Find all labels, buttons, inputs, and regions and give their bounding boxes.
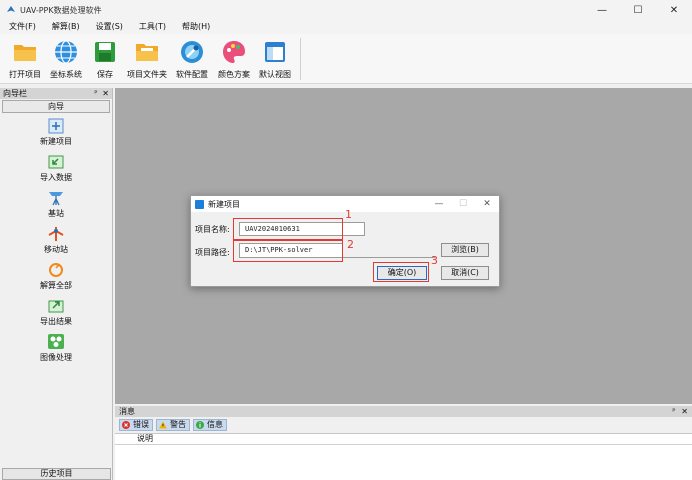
save-button[interactable]: 保存 — [88, 34, 122, 82]
dialog-minimize-button[interactable]: — — [427, 196, 451, 212]
project-folder-icon — [134, 39, 160, 65]
message-close-icon[interactable]: ✕ — [681, 407, 688, 416]
image-process-icon — [47, 333, 65, 350]
message-table: 说明 — [115, 433, 692, 480]
title-bar: UAV-PPK数据处理软件 — ☐ ✕ — [0, 0, 692, 20]
palette-icon — [221, 39, 247, 65]
wizard-panel: 向导栏 ᴾ ✕ 向导 新建项目 导入数据 基站 移动站 解算全部 导出结果 图像… — [0, 88, 113, 480]
nav-rover[interactable]: 移动站 — [0, 222, 112, 258]
tab-warnings[interactable]: 警告 — [156, 418, 190, 431]
annotation-number-2: 2 — [347, 238, 354, 251]
new-project-icon — [47, 117, 65, 134]
toolbar: 打开项目 坐标系统 保存 项目文件夹 软件配置 颜色方案 默认视图 — [0, 34, 692, 84]
wizard-panel-header: 向导栏 ᴾ ✕ — [0, 88, 112, 99]
nav-solve-all[interactable]: 解算全部 — [0, 258, 112, 294]
export-icon — [47, 297, 65, 314]
browse-button[interactable]: 浏览(B) — [441, 243, 489, 257]
cancel-button[interactable]: 取消(C) — [441, 266, 489, 280]
toolbar-separator — [300, 38, 301, 80]
save-icon — [92, 39, 118, 65]
close-button[interactable]: ✕ — [656, 0, 692, 20]
config-icon — [179, 39, 205, 65]
message-panel-header: 消息 ᴾ ✕ — [115, 406, 692, 417]
menu-settings[interactable]: 设置(S) — [87, 20, 130, 34]
minimize-button[interactable]: — — [584, 0, 620, 20]
menu-bar: 文件(F) 解算(B) 设置(S) 工具(T) 帮助(H) — [0, 20, 692, 34]
message-filter-tabs: 错误 警告 信息 — [115, 417, 692, 432]
panel-close-icon[interactable]: ✕ — [102, 89, 109, 98]
dialog-title: 新建项目 — [208, 199, 240, 209]
project-name-label: 项目名称: — [195, 225, 230, 234]
message-panel-title: 消息 — [119, 407, 135, 416]
default-view-icon — [262, 39, 288, 65]
message-pin-icon[interactable]: ᴾ — [672, 407, 675, 416]
window-title: UAV-PPK数据处理软件 — [20, 5, 102, 15]
menu-help[interactable]: 帮助(H) — [173, 20, 217, 34]
warning-icon — [159, 420, 167, 429]
message-column-description[interactable]: 说明 — [115, 434, 692, 445]
solve-all-icon — [47, 261, 65, 278]
color-scheme-button[interactable]: 颜色方案 — [214, 34, 254, 82]
base-station-icon — [47, 189, 65, 206]
software-config-button[interactable]: 软件配置 — [172, 34, 212, 82]
globe-icon — [53, 39, 79, 65]
menu-tools[interactable]: 工具(T) — [130, 20, 173, 34]
annotation-number-3: 3 — [431, 254, 438, 267]
message-panel: 消息 ᴾ ✕ 错误 警告 信息 说明 — [115, 406, 692, 480]
nav-new-project[interactable]: 新建项目 — [0, 114, 112, 150]
annotation-number-1: 1 — [345, 208, 352, 221]
rover-icon — [47, 225, 65, 242]
info-icon — [196, 420, 204, 429]
open-project-button[interactable]: 打开项目 — [6, 34, 44, 82]
wizard-section-header: 向导 — [2, 100, 110, 113]
nav-base-station[interactable]: 基站 — [0, 186, 112, 222]
annotation-box-3 — [373, 262, 429, 282]
nav-image-processing[interactable]: 图像处理 — [0, 330, 112, 366]
history-projects-tab[interactable]: 历史项目 — [2, 468, 111, 480]
default-view-button[interactable]: 默认视图 — [256, 34, 294, 82]
project-path-label: 项目路径: — [195, 248, 230, 257]
dialog-app-icon — [195, 199, 204, 209]
error-icon — [122, 420, 130, 429]
annotation-box-1 — [233, 218, 343, 240]
nav-import-data[interactable]: 导入数据 — [0, 150, 112, 186]
app-drone-icon — [7, 6, 15, 12]
dialog-maximize-button[interactable]: ☐ — [451, 196, 475, 212]
tab-info[interactable]: 信息 — [193, 418, 227, 431]
open-folder-icon — [12, 39, 38, 65]
menu-file[interactable]: 文件(F) — [0, 20, 43, 34]
import-data-icon — [47, 153, 65, 170]
nav-export-results[interactable]: 导出结果 — [0, 294, 112, 330]
maximize-button[interactable]: ☐ — [620, 0, 656, 20]
annotation-box-2 — [233, 240, 343, 262]
wizard-panel-title: 向导栏 — [3, 89, 27, 98]
project-folder-button[interactable]: 项目文件夹 — [124, 34, 170, 82]
coordinate-system-button[interactable]: 坐标系统 — [46, 34, 86, 82]
new-project-dialog: 新建项目 — ☐ ✕ 项目名称: UAV2024010631 项目路径: D:\… — [190, 195, 500, 287]
dialog-close-button[interactable]: ✕ — [475, 196, 499, 212]
pin-icon[interactable]: ᴾ — [94, 89, 97, 98]
tab-errors[interactable]: 错误 — [119, 418, 153, 431]
menu-solve[interactable]: 解算(B) — [43, 20, 87, 34]
